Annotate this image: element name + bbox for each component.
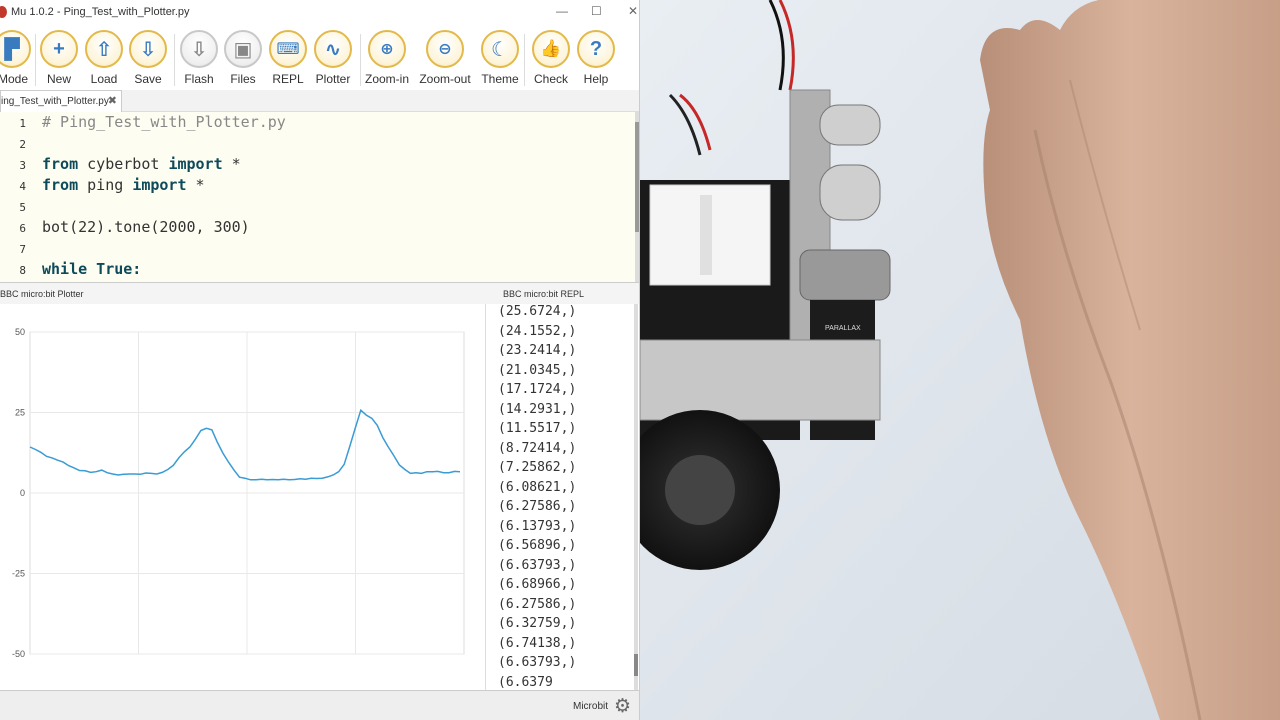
y-tick-label: 50 bbox=[15, 327, 25, 337]
photo-illustration: PARALLAX bbox=[640, 0, 1280, 720]
repl-output-line: (8.72414,) bbox=[498, 440, 577, 456]
pulse-icon: ∿ bbox=[314, 30, 352, 68]
line-number: 7 bbox=[19, 243, 26, 256]
code-line-4: from ping import * bbox=[42, 176, 205, 194]
mu-app-icon bbox=[0, 6, 7, 18]
repl-output-line: (6.27586,) bbox=[498, 596, 577, 612]
flash-icon: ⇩ bbox=[180, 30, 218, 68]
save-button[interactable]: ⇩ Save bbox=[122, 30, 174, 86]
y-tick-label: 0 bbox=[20, 488, 25, 498]
robot-and-hand-photo: PARALLAX bbox=[640, 0, 1280, 720]
y-tick-label: -25 bbox=[12, 569, 25, 579]
upload-icon: ⇧ bbox=[85, 30, 123, 68]
repl-output-line: (17.1724,) bbox=[498, 382, 577, 397]
plotter-button[interactable]: ∿ Plotter bbox=[307, 30, 359, 86]
repl-output-line: (24.1552,) bbox=[498, 323, 577, 339]
y-tick-label: -50 bbox=[12, 649, 25, 659]
mode-icon: ▛ bbox=[0, 30, 31, 68]
repl-output-line: (6.63793,) bbox=[498, 557, 577, 573]
repl-output-line: (6.68966,) bbox=[498, 577, 577, 592]
window-title: Mu 1.0.2 - Ping_Test_with_Plotter.py bbox=[11, 6, 190, 18]
plotter-pane: 50 25 0 -25 -50 bbox=[0, 304, 486, 690]
download-icon: ⇩ bbox=[129, 30, 167, 68]
line-number: 1 bbox=[19, 117, 26, 130]
code-line-3: from cyberbot import * bbox=[42, 155, 241, 173]
repl-output-line: (7.25862,) bbox=[498, 460, 577, 475]
repl-output-line: (23.2414,) bbox=[498, 343, 577, 358]
repl-pane[interactable]: (25.6724,) (24.1552,) (23.2414,) (21.0345,)… bbox=[492, 304, 636, 690]
line-number: 6 bbox=[19, 222, 26, 235]
maximize-button[interactable]: ☐ bbox=[591, 4, 602, 18]
title-bar: Mu 1.0.2 - Ping_Test_with_Plotter.py — ☐… bbox=[0, 0, 639, 26]
theme-button[interactable]: ☾ Theme bbox=[474, 30, 526, 86]
line-number: 3 bbox=[19, 159, 26, 172]
repl-output-line: (14.2931,) bbox=[498, 401, 577, 417]
line-number: 5 bbox=[19, 201, 26, 214]
keyboard-icon: ⌨ bbox=[269, 30, 307, 68]
y-tick-label: 25 bbox=[15, 408, 25, 418]
repl-output-line: (6.74138,) bbox=[498, 635, 577, 651]
tab-ping-test-with-plotter[interactable]: ing_Test_with_Plotter.py ✖ bbox=[0, 90, 122, 112]
repl-output-line: (6.56896,) bbox=[498, 538, 577, 553]
plus-icon: + bbox=[40, 30, 78, 68]
question-icon: ? bbox=[577, 30, 615, 68]
mu-editor-window: Mu 1.0.2 - Ping_Test_with_Plotter.py — ☐… bbox=[0, 0, 640, 720]
editor-scrollbar[interactable] bbox=[635, 112, 639, 282]
line-number-gutter: 1 2 3 4 5 6 7 8 bbox=[0, 112, 32, 282]
repl-output-line: (6.32759,) bbox=[498, 616, 577, 631]
zoom-in-icon: ⊕ bbox=[368, 30, 406, 68]
help-button[interactable]: ? Help bbox=[570, 30, 622, 86]
tab-bar: ing_Test_with_Plotter.py ✖ bbox=[0, 90, 639, 112]
moon-icon: ☾ bbox=[481, 30, 519, 68]
zoom-in-button[interactable]: ⊕ Zoom-in bbox=[361, 30, 413, 86]
line-number: 8 bbox=[19, 264, 26, 277]
repl-output-line: (6.6379 bbox=[498, 674, 553, 690]
code-editor[interactable]: 1 2 3 4 5 6 7 8 # Ping_Test_with_Plotter… bbox=[0, 112, 636, 282]
close-button[interactable]: ✕ bbox=[628, 4, 638, 18]
code-line-1: # Ping_Test_with_Plotter.py bbox=[42, 113, 286, 131]
repl-output-line: (6.27586,) bbox=[498, 499, 577, 514]
tab-close-icon[interactable]: ✖ bbox=[108, 94, 117, 107]
code-line-8: while True: bbox=[42, 260, 142, 278]
status-bar: Microbit ⚙ bbox=[0, 690, 639, 720]
repl-output-line: (21.0345,) bbox=[498, 362, 577, 378]
repl-output-line: (25.6724,) bbox=[498, 304, 577, 319]
pane-headers: BBC micro:bit Plotter BBC micro:bit REPL bbox=[0, 282, 639, 304]
zoom-out-button[interactable]: ⊖ Zoom-out bbox=[419, 30, 471, 86]
plot-chart: 50 25 0 -25 -50 bbox=[12, 327, 465, 659]
repl-output-line: (11.5517,) bbox=[498, 421, 577, 436]
svg-text:PARALLAX: PARALLAX bbox=[825, 325, 861, 332]
repl-output-line: (6.63793,) bbox=[498, 655, 577, 670]
thumbs-up-icon: 👍 bbox=[532, 30, 570, 68]
line-number: 2 bbox=[19, 138, 26, 151]
zoom-out-icon: ⊖ bbox=[426, 30, 464, 68]
repl-output-line: (6.08621,) bbox=[498, 479, 577, 495]
repl-pane-title: BBC micro:bit REPL bbox=[503, 289, 585, 299]
repl-output-line: (6.13793,) bbox=[498, 518, 577, 534]
mode-indicator[interactable]: Microbit bbox=[573, 701, 608, 712]
toolbar: ▛ Mode + New ⇧ Load ⇩ Save ⇩ Flash ▣ Fil… bbox=[0, 26, 639, 90]
line-number: 4 bbox=[19, 180, 26, 193]
tab-label: ing_Test_with_Plotter.py bbox=[1, 96, 109, 107]
plotter-pane-title: BBC micro:bit Plotter bbox=[0, 289, 84, 299]
repl-scrollbar[interactable] bbox=[634, 304, 638, 690]
files-icon: ▣ bbox=[224, 30, 262, 68]
code-line-6: bot(22).tone(2000, 300) bbox=[42, 218, 250, 236]
gear-icon[interactable]: ⚙ bbox=[614, 695, 631, 718]
minimize-button[interactable]: — bbox=[556, 4, 568, 18]
